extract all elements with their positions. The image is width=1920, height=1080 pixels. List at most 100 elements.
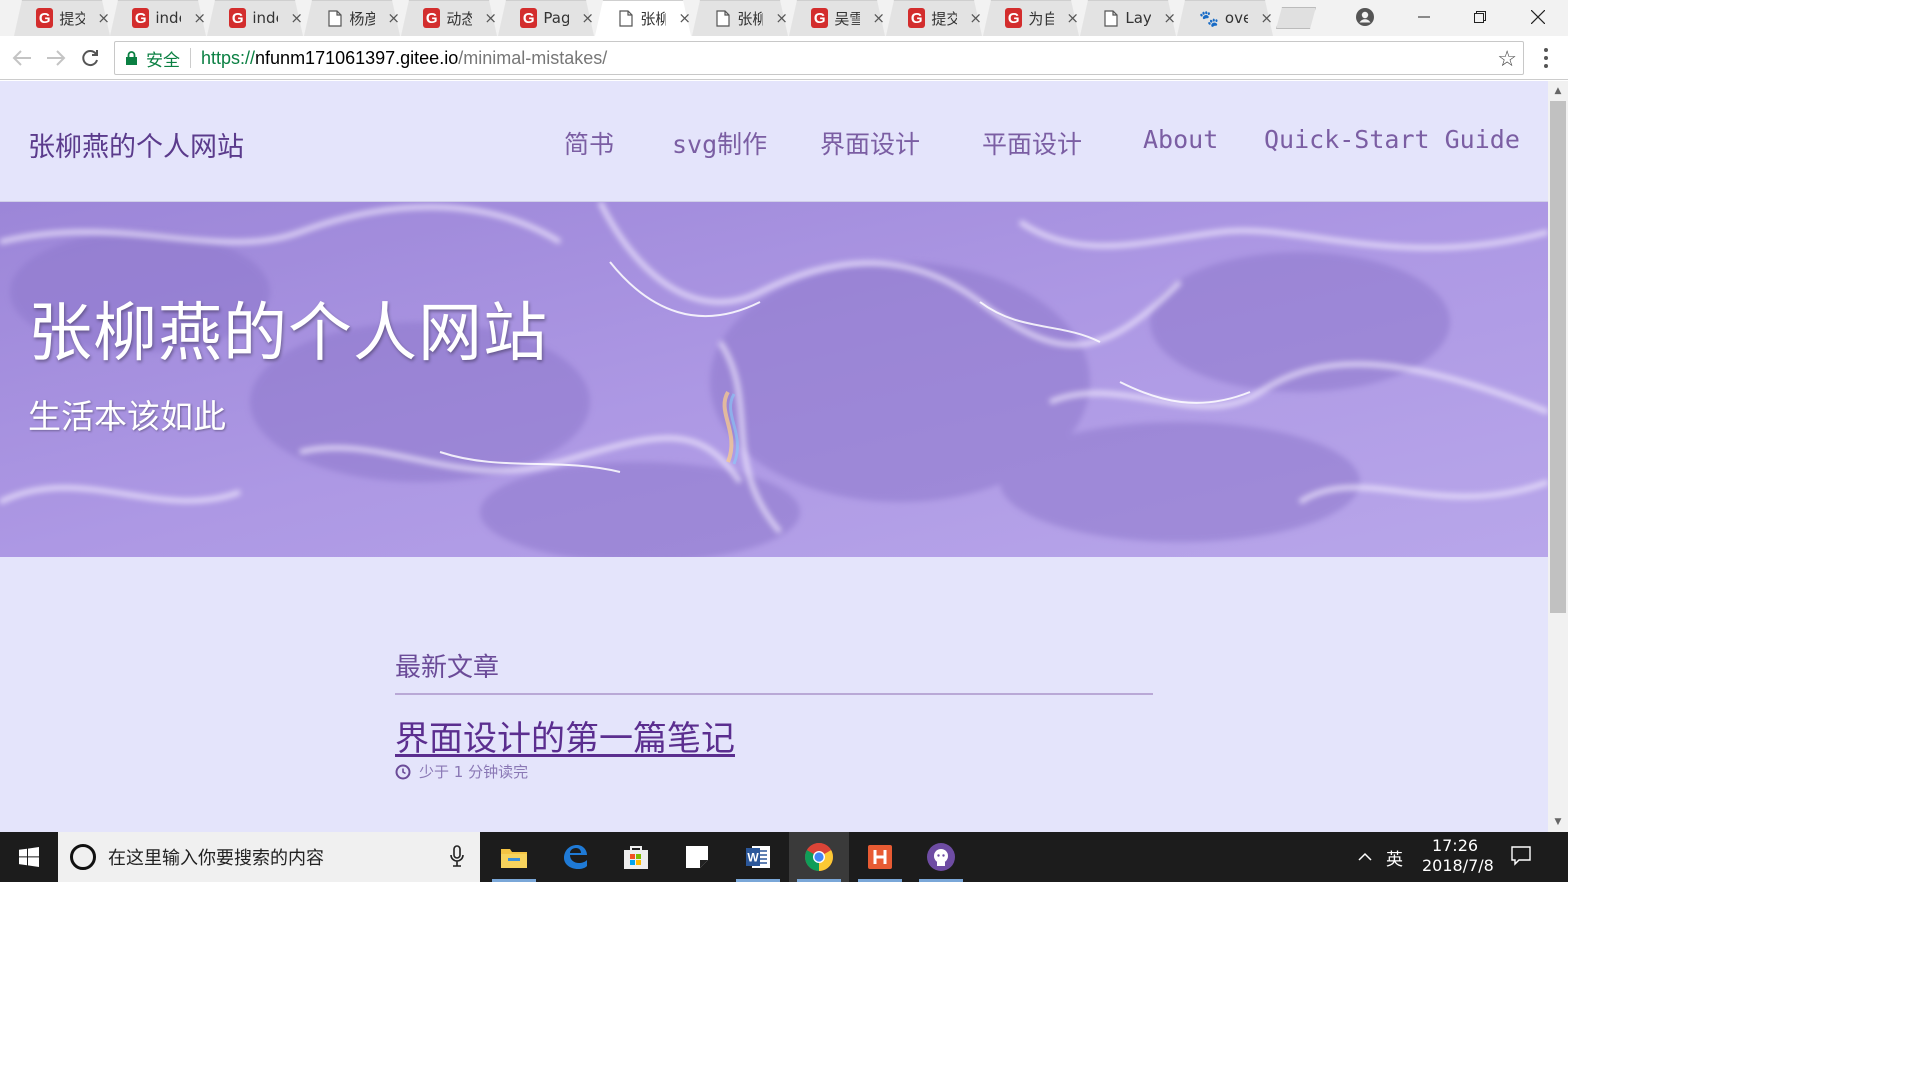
browser-tab[interactable]: G 吴雪 × xyxy=(789,0,885,36)
windows-taskbar: 在这里输入你要搜索的内容 W 英 17:26 2018/7/8 xyxy=(0,832,1568,882)
bookmark-star-icon[interactable]: ☆ xyxy=(1497,46,1517,72)
browser-tab[interactable]: G Pag × xyxy=(498,0,594,36)
tab-label: index xyxy=(252,9,278,27)
gitee-icon: G xyxy=(520,8,538,28)
tab-label: 提交 xyxy=(931,9,958,28)
browser-toolbar: 安全 https://nfunm171061397.gitee.io/minim… xyxy=(0,36,1568,80)
gitee-icon: G xyxy=(132,8,150,28)
search-placeholder: 在这里输入你要搜索的内容 xyxy=(108,848,324,869)
back-arrow-icon[interactable] xyxy=(8,44,36,72)
close-window-icon[interactable] xyxy=(1514,0,1562,34)
input-method-indicator[interactable]: 英 xyxy=(1386,832,1403,882)
svg-text:W: W xyxy=(747,851,759,865)
tab-close-icon[interactable]: × xyxy=(678,9,691,27)
reload-icon[interactable] xyxy=(76,44,104,72)
running-indicator xyxy=(919,879,963,882)
action-center-icon[interactable] xyxy=(1510,844,1532,870)
hero-banner: 张柳燕的个人网站 生活本该如此 xyxy=(0,202,1548,557)
clock-time: 17:26 xyxy=(1431,836,1479,855)
tab-close-icon[interactable]: × xyxy=(581,9,594,27)
post-meta: 少于 1 分钟读完 xyxy=(395,761,528,782)
restore-window-icon[interactable] xyxy=(1456,0,1504,34)
masthead: 张柳燕的个人网站 简书 svg制作 界面设计 平面设计 About Quick-… xyxy=(0,81,1548,202)
tab-close-icon[interactable]: × xyxy=(484,9,497,27)
page-scrollbar[interactable]: ▲ ▼ xyxy=(1548,81,1568,832)
browser-tab[interactable]: 杨彦 × xyxy=(304,0,400,36)
sticky-notes-icon[interactable] xyxy=(667,832,727,882)
nav-link-about[interactable]: About xyxy=(1143,125,1218,154)
profile-icon[interactable] xyxy=(1352,4,1378,30)
divider xyxy=(190,48,191,68)
tab-close-icon[interactable]: × xyxy=(872,9,885,27)
browser-tab[interactable]: G index × xyxy=(110,0,206,36)
browser-tab[interactable]: G 为自 × xyxy=(983,0,1079,36)
divider xyxy=(395,693,1153,695)
new-tab-button[interactable] xyxy=(1276,7,1316,29)
tab-close-icon[interactable]: × xyxy=(97,9,110,27)
browser-tab-active[interactable]: 张柳 × xyxy=(595,0,691,36)
url-path: /minimal-mistakes/ xyxy=(458,47,608,68)
file-explorer-icon[interactable] xyxy=(484,832,544,882)
water-caustics-image xyxy=(0,202,1548,557)
browser-tab[interactable]: G 动态 × xyxy=(401,0,497,36)
tray-overflow-chevron-icon[interactable] xyxy=(1358,832,1372,882)
browser-tab[interactable]: G 提交 × xyxy=(14,0,110,36)
tab-close-icon[interactable]: × xyxy=(1163,9,1176,27)
document-icon xyxy=(714,8,731,28)
page-viewport: 张柳燕的个人网站 简书 svg制作 界面设计 平面设计 About Quick-… xyxy=(0,81,1548,832)
nav-link-quick-start[interactable]: Quick-Start Guide xyxy=(1264,125,1520,154)
tab-label: Lay xyxy=(1125,9,1152,27)
browser-tab[interactable]: G index × xyxy=(207,0,303,36)
document-icon xyxy=(617,8,634,28)
scroll-thumb[interactable] xyxy=(1550,101,1566,613)
gitee-icon: G xyxy=(811,8,829,28)
tab-label: 为自 xyxy=(1028,9,1055,28)
tab-close-icon[interactable]: × xyxy=(775,9,788,27)
browser-tab[interactable]: Lay × xyxy=(1080,0,1176,36)
minimize-window-icon[interactable] xyxy=(1400,0,1448,34)
store-icon[interactable] xyxy=(606,832,666,882)
windows-start-icon[interactable] xyxy=(0,832,58,882)
tab-close-icon[interactable]: × xyxy=(387,9,400,27)
tab-close-icon[interactable]: × xyxy=(290,9,303,27)
tab-close-icon[interactable]: × xyxy=(969,9,982,27)
scroll-down-icon[interactable]: ▼ xyxy=(1548,814,1568,830)
security-label: 安全 xyxy=(146,50,180,70)
address-bar[interactable]: 安全 https://nfunm171061397.gitee.io/minim… xyxy=(114,41,1524,75)
nav-link-graphic-design[interactable]: 平面设计 xyxy=(982,125,1082,161)
site-title-link[interactable]: 张柳燕的个人网站 xyxy=(28,125,244,164)
microphone-icon[interactable] xyxy=(450,845,464,867)
tab-label: 张柳 xyxy=(640,9,667,28)
browser-tab[interactable]: G 提交 × xyxy=(886,0,982,36)
word-icon[interactable]: W xyxy=(728,832,788,882)
tab-close-icon[interactable]: × xyxy=(193,9,206,27)
post-title-link[interactable]: 界面设计的第一篇笔记 xyxy=(395,711,735,760)
hbuilder-icon[interactable] xyxy=(850,832,910,882)
browser-tab[interactable]: 🐾 ove × xyxy=(1177,0,1273,36)
github-desktop-icon[interactable] xyxy=(911,832,971,882)
clock-date: 2018/7/8 xyxy=(1422,856,1494,875)
gitee-icon: G xyxy=(423,8,441,28)
chrome-icon[interactable] xyxy=(789,832,849,882)
tab-label: index xyxy=(155,9,181,27)
gitee-icon: G xyxy=(36,8,54,28)
clock-icon xyxy=(395,764,411,779)
gitee-icon: G xyxy=(1005,8,1023,28)
running-indicator xyxy=(492,879,536,882)
system-clock[interactable]: 17:26 2018/7/8 xyxy=(1422,836,1494,876)
tab-label: 提交 xyxy=(59,9,86,28)
forward-arrow-icon[interactable] xyxy=(42,44,70,72)
browser-menu-icon[interactable] xyxy=(1540,46,1552,70)
recent-posts-heading: 最新文章 xyxy=(395,653,500,683)
tab-close-icon[interactable]: × xyxy=(1066,9,1079,27)
tab-close-icon[interactable]: × xyxy=(1260,9,1273,27)
browser-tab[interactable]: 张柳 × xyxy=(692,0,788,36)
edge-icon[interactable] xyxy=(545,832,605,882)
nav-link-svg[interactable]: svg制作 xyxy=(672,125,767,161)
taskbar-search-box[interactable]: 在这里输入你要搜索的内容 xyxy=(58,832,480,882)
tab-label: ove xyxy=(1224,9,1249,27)
nav-link-jianshu[interactable]: 简书 xyxy=(564,125,614,161)
scroll-up-icon[interactable]: ▲ xyxy=(1548,83,1568,99)
nav-link-ui-design[interactable]: 界面设计 xyxy=(820,125,920,161)
running-indicator xyxy=(797,879,841,882)
